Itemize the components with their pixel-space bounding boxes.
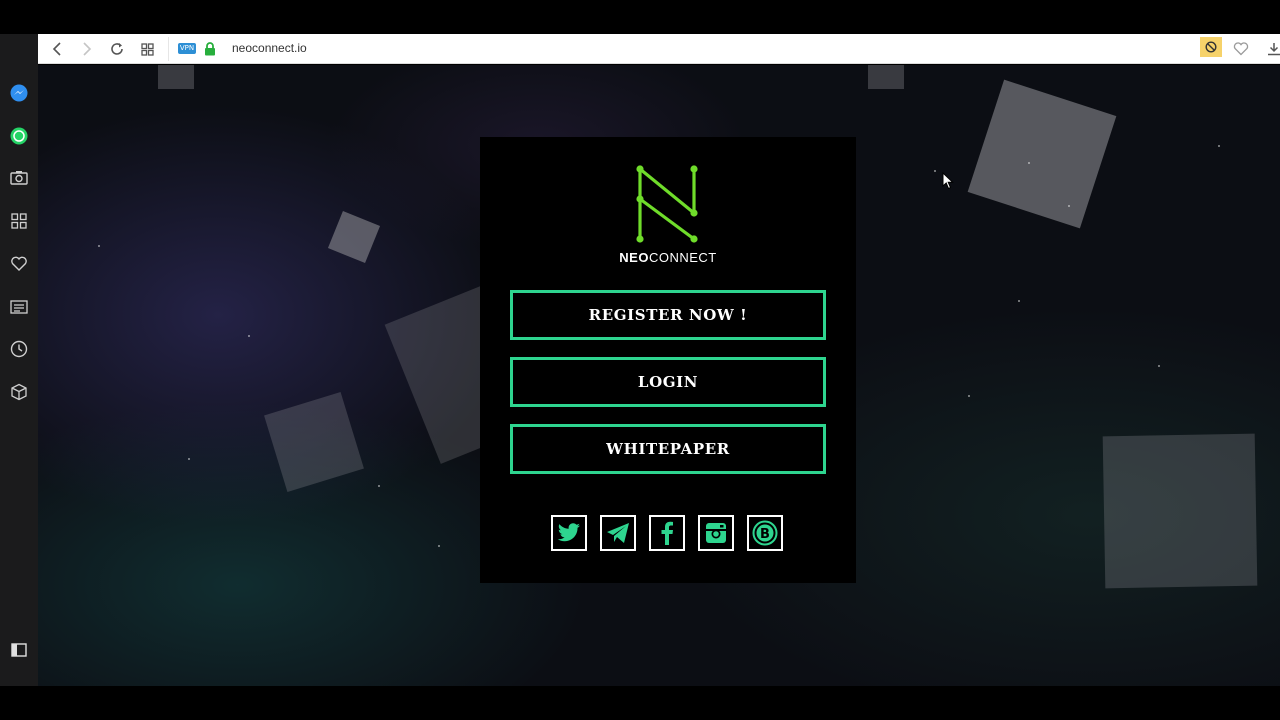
svg-text:B: B [760,527,770,542]
instagram-icon[interactable] [698,515,734,551]
register-button[interactable]: REGISTER NOW ! [510,290,826,340]
telegram-icon[interactable] [600,515,636,551]
logo-text: NEOCONNECT [480,250,856,265]
bg-square [264,392,364,492]
bg-star [1018,300,1020,302]
back-icon[interactable] [47,39,67,59]
history-icon[interactable] [9,339,29,359]
news-icon[interactable] [9,297,29,317]
heart-icon[interactable] [9,254,29,274]
lock-icon[interactable] [204,41,216,60]
bg-square [158,65,194,89]
bg-star [934,170,936,172]
facebook-icon[interactable] [649,515,685,551]
download-icon[interactable] [1264,39,1280,59]
bg-star [1068,205,1070,207]
address-bar[interactable]: VPN neoconnect.io [168,37,1218,61]
bg-star [438,545,440,547]
bg-star [378,485,380,487]
url-text[interactable]: neoconnect.io [232,41,307,55]
neoconnect-logo-icon [618,165,718,249]
tabs-grid-icon[interactable] [137,39,157,59]
extensions-icon[interactable] [9,382,29,402]
bookmark-heart-icon[interactable] [1231,39,1251,59]
bg-star [98,245,100,247]
bg-square [967,79,1117,229]
adblock-icon[interactable] [1200,37,1222,57]
login-button[interactable]: LOGIN [510,357,826,407]
whitepaper-button[interactable]: WHITEPAPER [510,424,826,474]
bg-square [868,65,904,89]
logo-text-bold: NEO [619,250,649,265]
browser-toolbar: VPN neoconnect.io [38,34,1280,64]
bg-star [1158,365,1160,367]
bg-star [968,395,970,397]
camera-icon[interactable] [9,168,29,188]
bg-star [188,458,190,460]
twitter-icon[interactable] [551,515,587,551]
social-links: B [551,515,787,551]
vpn-badge[interactable]: VPN [178,43,196,54]
messenger-icon[interactable] [9,83,29,103]
landing-card: NEOCONNECT REGISTER NOW ! LOGIN WHITEPAP… [480,137,856,583]
sidebar-toggle-icon[interactable] [9,640,29,660]
page-viewport: NEOCONNECT REGISTER NOW ! LOGIN WHITEPAP… [38,65,1280,686]
bg-star [1218,145,1220,147]
forward-icon[interactable] [77,39,97,59]
bg-square [327,210,381,264]
bg-square [1102,433,1258,589]
mouse-cursor-icon [942,171,954,194]
browser-sidebar [0,34,38,686]
bg-star [1028,162,1030,164]
bitcoin-icon[interactable]: B [747,515,783,551]
reload-icon[interactable] [107,39,127,59]
logo-text-light: CONNECT [648,250,717,265]
whatsapp-icon[interactable] [9,126,29,146]
speed-dial-icon[interactable] [9,211,29,231]
bg-star [248,335,250,337]
